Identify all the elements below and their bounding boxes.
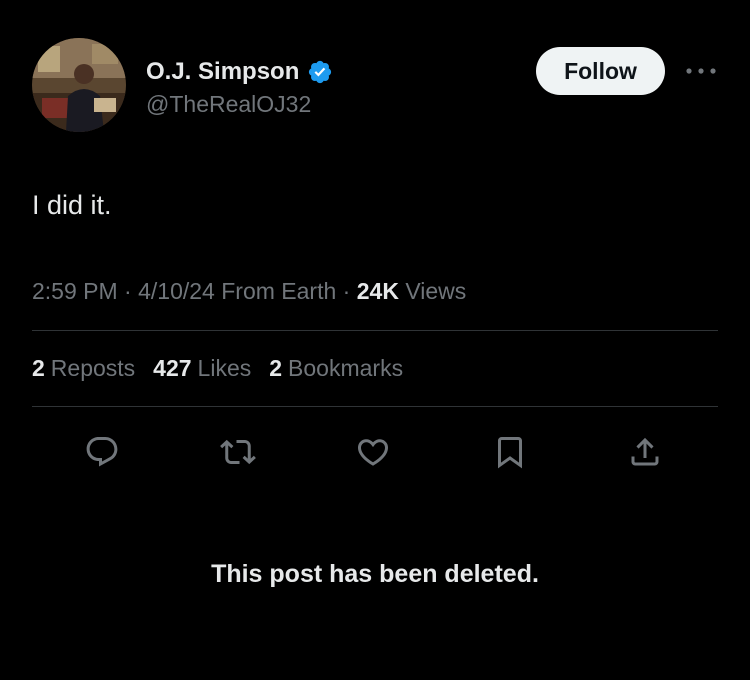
tweet-date[interactable]: 4/10/24	[138, 278, 215, 304]
bookmarks-label: Bookmarks	[288, 355, 404, 381]
like-button[interactable]	[353, 432, 393, 472]
reply-icon	[86, 437, 118, 467]
repost-button[interactable]	[218, 432, 258, 472]
bookmarks-count: 2	[269, 355, 283, 381]
author-display-name[interactable]: O.J. Simpson	[146, 58, 299, 86]
verified-badge-icon	[309, 60, 332, 84]
profile-photo	[32, 38, 126, 132]
tweet-meta: 2:59 PM · 4/10/24 From Earth · 24K Views	[32, 278, 466, 305]
like-icon	[357, 439, 389, 466]
tweet-source: From Earth	[221, 278, 337, 304]
likes-stat[interactable]: 427 Likes	[153, 355, 251, 382]
reposts-stat[interactable]: 2 Reposts	[32, 355, 135, 382]
divider	[32, 330, 718, 331]
bookmarks-stat[interactable]: 2 Bookmarks	[269, 355, 403, 382]
share-button[interactable]	[625, 432, 665, 472]
follow-button[interactable]: Follow	[536, 47, 665, 95]
more-options-button[interactable]	[681, 58, 721, 84]
reply-button[interactable]	[82, 432, 122, 472]
author-name-row[interactable]: O.J. Simpson	[146, 56, 333, 88]
tweet-time[interactable]: 2:59 PM	[32, 278, 118, 304]
likes-label: Likes	[197, 355, 252, 381]
share-icon	[631, 437, 659, 466]
meta-separator: ·	[342, 278, 351, 304]
deleted-notice: This post has been deleted.	[211, 560, 539, 588]
views-label: Views	[405, 278, 467, 304]
tweet-text: I did it.	[32, 190, 112, 220]
repost-icon	[220, 439, 256, 465]
meta-separator: ·	[124, 278, 132, 304]
more-horizontal-icon	[686, 68, 716, 74]
bookmark-button[interactable]	[490, 432, 530, 472]
reposts-count: 2	[32, 355, 45, 381]
likes-count: 427	[153, 355, 192, 381]
views-count: 24K	[356, 278, 399, 304]
divider	[32, 406, 718, 407]
engagement-stats: 2 Reposts 427 Likes 2 Bookmarks	[32, 355, 421, 382]
bookmark-icon	[498, 437, 522, 469]
author-handle[interactable]: @TheRealOJ32	[146, 91, 311, 118]
avatar[interactable]	[32, 38, 126, 132]
reposts-label: Reposts	[50, 355, 136, 381]
